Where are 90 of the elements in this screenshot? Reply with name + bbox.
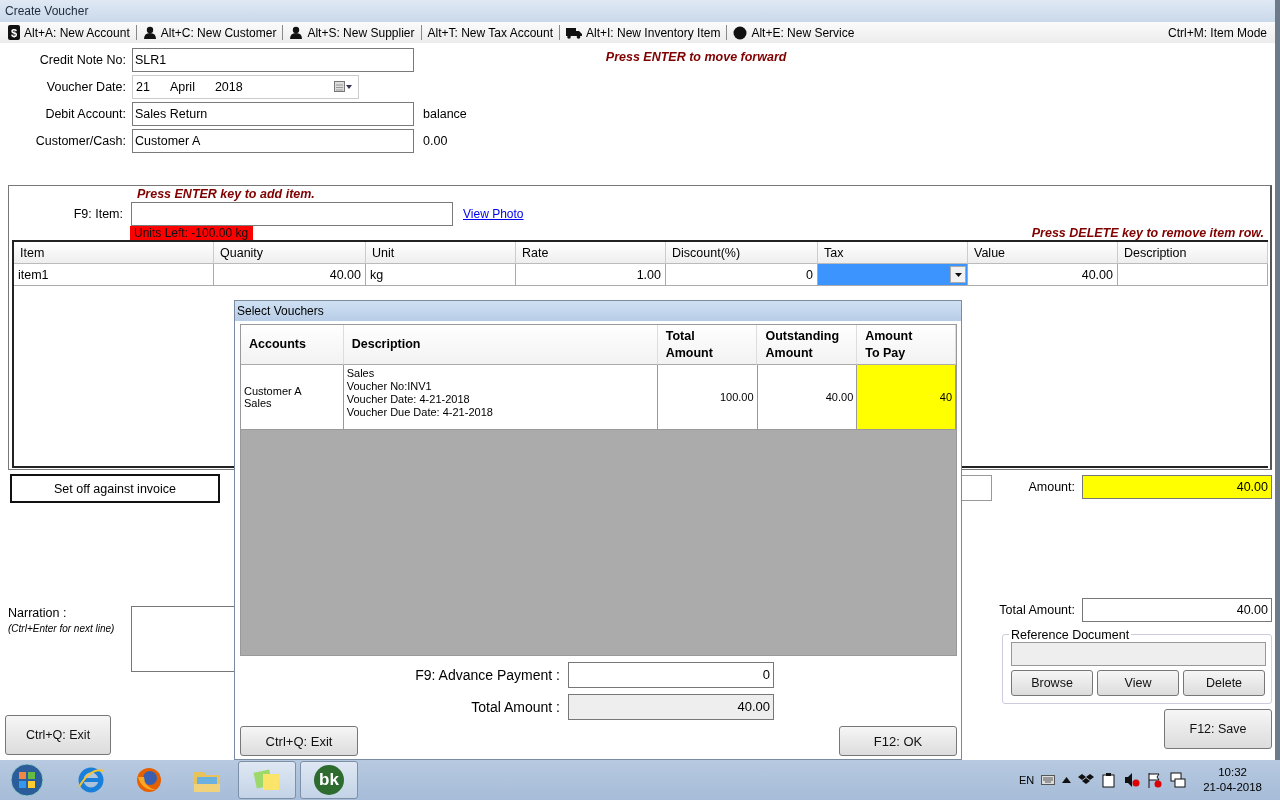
dollar-icon: $	[8, 25, 20, 40]
exit-button[interactable]: Ctrl+Q: Exit	[240, 726, 358, 756]
hint-text: Press DELETE key to remove item row.	[1031, 226, 1264, 240]
truck-icon	[566, 26, 582, 39]
table-cell: 40.00	[968, 264, 1118, 286]
save-button[interactable]: F12: Save	[1164, 709, 1272, 749]
column-header[interactable]: Rate	[516, 242, 666, 264]
field-note: balance	[423, 107, 467, 121]
table-cell: 40.00	[214, 264, 366, 286]
window-title: Create Voucher	[5, 4, 89, 18]
box-icon[interactable]	[1078, 773, 1095, 787]
amount-field[interactable]: 40.00	[1082, 475, 1272, 499]
reference-button[interactable]: View	[1097, 670, 1179, 696]
column-header[interactable]: Value	[968, 242, 1118, 264]
clock[interactable]: 10:32 21-04-2018	[1203, 765, 1262, 795]
table-cell: 1.00	[516, 264, 666, 286]
app-logo: bk	[314, 765, 344, 795]
units-left-label: Units Left: -100.00 kg	[130, 226, 254, 240]
speaker-muted-icon[interactable]	[1124, 772, 1141, 788]
field-label: Narration :	[8, 606, 68, 620]
column-header[interactable]: Accounts	[241, 325, 344, 365]
table-cell: Sales Voucher No:INV1 Voucher Date: 4-21-2018 Voucher Due Date: 4-21-2018	[343, 365, 658, 430]
field-label: Amount:	[1028, 480, 1075, 494]
network-icon[interactable]	[1170, 772, 1187, 788]
taskbar-app[interactable]: bk	[300, 761, 358, 799]
column-header[interactable]: Amount To Pay	[857, 325, 956, 365]
column-header[interactable]: Total Amount	[657, 325, 758, 365]
text-field[interactable]: SLR1	[132, 48, 414, 72]
hint-text: Press ENTER key to add item.	[137, 187, 316, 202]
table-cell: item1	[14, 264, 214, 286]
caret-icon	[954, 272, 962, 277]
text-field[interactable]: Sales Return	[132, 102, 414, 126]
dropdown-button[interactable]	[950, 266, 966, 283]
toolbar-button[interactable]: Alt+C: New Customer	[138, 23, 281, 42]
hint-text: Press ENTER to move forward	[605, 50, 787, 64]
taskbar-app[interactable]	[238, 761, 296, 799]
person-icon	[289, 26, 304, 39]
dialog-title: Select Vouchers	[237, 304, 324, 318]
show-hidden-icons-icon[interactable]	[1062, 777, 1072, 783]
total-amount-field[interactable]: 40.00	[1082, 598, 1272, 622]
reference-field[interactable]	[1011, 642, 1266, 666]
field-label: F9: Item:	[72, 207, 124, 221]
column-header[interactable]: Description	[1118, 242, 1268, 264]
exit-button[interactable]: Ctrl+Q: Exit	[5, 715, 111, 755]
toolbar-button[interactable]: Alt+T: New Tax Account	[423, 23, 557, 42]
person-icon	[142, 26, 157, 39]
field-label: Customer/Cash:	[34, 134, 127, 148]
advance-payment-field[interactable]: 0	[568, 662, 774, 688]
amount-to-pay-cell[interactable]: 40	[857, 365, 956, 430]
field-label: F9: Advance Payment :	[415, 667, 560, 683]
view-photo-link[interactable]: View Photo	[463, 207, 524, 221]
keyboard-icon[interactable]	[1041, 775, 1056, 785]
reference-button[interactable]: Delete	[1183, 670, 1265, 696]
column-header[interactable]: Unit	[366, 242, 516, 264]
column-header[interactable]: Quanity	[214, 242, 366, 264]
column-header[interactable]: Description	[343, 325, 658, 365]
column-header[interactable]: Outstanding Amount	[757, 325, 858, 365]
column-header[interactable]: Item	[14, 242, 214, 264]
start-button[interactable]	[10, 763, 44, 797]
field-note: 0.00	[423, 134, 448, 148]
table-cell: kg	[366, 264, 516, 286]
toolbar-button[interactable]: Ctrl+M: Item Mode	[1163, 23, 1271, 42]
column-header[interactable]: Discount(%)	[666, 242, 818, 264]
date-picker[interactable]: 21 April 2018	[132, 75, 359, 99]
field-label: Debit Account:	[44, 107, 127, 121]
set-off-button[interactable]: Set off against invoice	[10, 474, 220, 503]
field-label: Voucher Date:	[45, 80, 127, 94]
toolbar-button[interactable]: Alt+I: New Inventory Item	[562, 23, 725, 42]
narration-hint: (Ctrl+Enter for next line)	[8, 623, 116, 634]
ok-button[interactable]: F12: OK	[839, 726, 957, 756]
field-label: Credit Note No:	[38, 53, 127, 67]
total-amount-field: 40.00	[568, 694, 774, 720]
item-field[interactable]	[131, 202, 453, 226]
circle-icon	[733, 25, 748, 40]
language-indicator[interactable]: EN	[1018, 774, 1035, 786]
flag-icon[interactable]	[1147, 772, 1164, 788]
field-label: Total Amount :	[471, 699, 560, 715]
column-header[interactable]: Tax	[818, 242, 968, 264]
reference-button[interactable]: Browse	[1011, 670, 1093, 696]
table-cell: 100.00	[657, 365, 758, 430]
text-field[interactable]: Customer A	[132, 129, 414, 153]
field-label: Total Amount:	[999, 603, 1075, 617]
toolbar-button[interactable]: Alt+E: New Service	[729, 23, 859, 42]
calendar-icon	[334, 81, 352, 93]
browser-icon	[76, 765, 106, 795]
browser-icon	[134, 765, 164, 795]
toolbar-button[interactable]: Alt+S: New Supplier	[285, 23, 419, 42]
toolbar-button[interactable]: $ Alt+A: New Account	[4, 23, 134, 42]
table-cell: Customer A Sales	[241, 365, 344, 430]
group-legend: Reference Document	[1009, 628, 1132, 642]
